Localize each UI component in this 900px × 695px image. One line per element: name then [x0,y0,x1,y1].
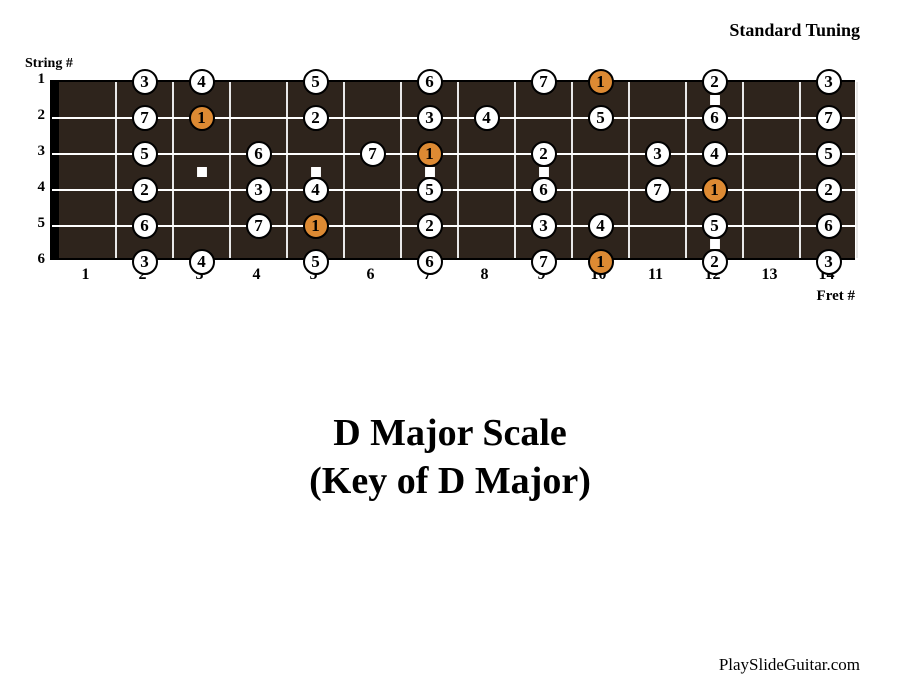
title-line-1: D Major Scale [0,410,900,458]
note: 7 [531,249,557,275]
fret-wire [742,82,744,258]
fret-inlay [192,162,212,182]
note: 6 [417,249,443,275]
fret-number: 13 [762,266,778,284]
note: 5 [303,249,329,275]
fret-wire [172,82,174,258]
string-number: 1 [25,71,45,88]
fret-number: 1 [82,266,90,284]
fret-wire [400,82,402,258]
note: 5 [816,141,842,167]
fret-number: 8 [481,266,489,284]
fret-wire [514,82,516,258]
note: 7 [531,69,557,95]
fret-number: 4 [253,266,261,284]
fret-wire [343,82,345,258]
note: 4 [189,69,215,95]
note: 2 [132,177,158,203]
note-root: 1 [702,177,728,203]
note: 3 [531,213,557,239]
fret-wire [685,82,687,258]
string-number: 3 [25,143,45,160]
string-axis-label: String # [25,56,73,72]
fret-wire [115,82,117,258]
note: 5 [132,141,158,167]
note: 6 [702,105,728,131]
note: 2 [417,213,443,239]
string-line [52,117,855,119]
note: 3 [645,141,671,167]
note: 2 [816,177,842,203]
fret-wire [799,82,801,258]
note: 6 [531,177,557,203]
title-block: D Major Scale (Key of D Major) [0,410,900,505]
string-line [52,189,855,191]
note: 4 [189,249,215,275]
note: 4 [303,177,329,203]
fret-number: 11 [648,266,663,284]
note-root: 1 [303,213,329,239]
fret-wire [457,82,459,258]
note: 5 [702,213,728,239]
note: 6 [132,213,158,239]
note: 7 [132,105,158,131]
note: 3 [246,177,272,203]
note: 6 [417,69,443,95]
note: 3 [816,69,842,95]
note: 4 [702,141,728,167]
string-number: 6 [25,251,45,268]
note: 7 [645,177,671,203]
string-number: 4 [25,179,45,196]
note-root: 1 [588,249,614,275]
note: 6 [246,141,272,167]
title-line-2: (Key of D Major) [0,458,900,506]
fret-wire [229,82,231,258]
string-line [52,225,855,227]
note-root: 1 [189,105,215,131]
note: 7 [816,105,842,131]
fret-wire [286,82,288,258]
note: 2 [531,141,557,167]
note: 3 [132,69,158,95]
note-root: 1 [588,69,614,95]
string-line [52,153,855,155]
note: 2 [702,69,728,95]
note: 7 [246,213,272,239]
note: 5 [417,177,443,203]
fret-number: 6 [367,266,375,284]
fretboard-container: 123456 345671237123456756712345234567126… [50,80,855,266]
nut [52,80,59,260]
note: 3 [816,249,842,275]
note: 2 [303,105,329,131]
note: 2 [702,249,728,275]
fret-axis-label: Fret # [817,288,855,305]
note: 3 [417,105,443,131]
note: 4 [474,105,500,131]
string-number: 2 [25,107,45,124]
credit-label: PlaySlideGuitar.com [719,655,860,675]
tuning-label: Standard Tuning [729,20,860,41]
note: 6 [816,213,842,239]
note: 5 [588,105,614,131]
note-root: 1 [417,141,443,167]
note: 7 [360,141,386,167]
string-number: 5 [25,215,45,232]
fret-wire [571,82,573,258]
fretboard: 3456712371234567567123452345671267123456… [50,80,855,260]
fret-wire [628,82,630,258]
fret-wire [856,82,858,258]
note: 3 [132,249,158,275]
note: 5 [303,69,329,95]
note: 4 [588,213,614,239]
